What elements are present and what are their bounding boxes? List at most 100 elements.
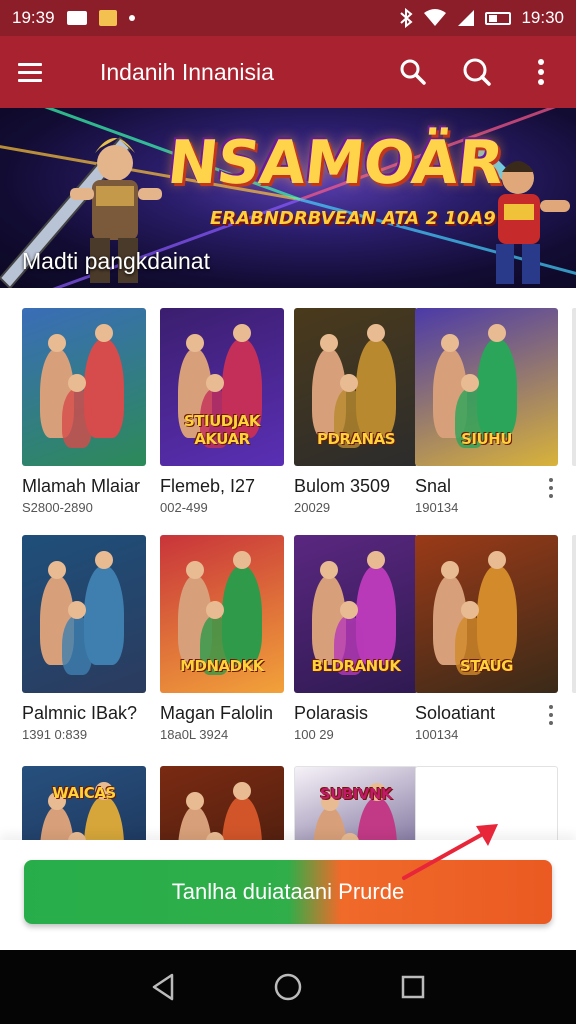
thumbnail-logo-text: STIUDJAK AKUAR — [183, 412, 261, 448]
banner-subtitle: ERABNDRBVEAN ATA 2 10A9 — [210, 208, 496, 229]
game-grid: Mlamah Mlaiar S2800-2890 STIUDJAK AKUAR Fle… — [0, 288, 576, 840]
game-thumbnail[interactable] — [22, 308, 146, 466]
game-title: Bulom 3509 — [294, 476, 391, 496]
character-head — [206, 832, 224, 840]
character-head — [68, 374, 86, 392]
character-figure — [84, 796, 124, 840]
game-card[interactable]: MDNADKK Magan Falolin 18a0L 3924 — [160, 535, 284, 742]
character-head — [367, 324, 385, 342]
character-head — [95, 324, 113, 342]
game-thumbnail[interactable]: STAUG — [415, 535, 558, 693]
game-meta: 20029 — [294, 500, 331, 515]
wifi-icon — [424, 9, 447, 26]
game-card[interactable]: PDRANAS Bulom 3509 20029 — [294, 308, 418, 515]
game-thumbnail[interactable]: MDNADKK — [160, 535, 284, 693]
game-title: Magan Falolin — [160, 703, 274, 723]
character-head — [320, 561, 338, 579]
game-card[interactable]: STIUDJAK AKUAR Flemeb, I27 002-499 — [160, 308, 284, 515]
thumbnail-logo-text: STAUG — [459, 657, 514, 675]
game-meta: 100134 — [415, 727, 459, 742]
game-thumbnail[interactable]: BLDRANUK — [294, 535, 418, 693]
app-notification-icon — [98, 10, 117, 26]
hamburger-icon[interactable] — [18, 53, 56, 91]
game-title: Soloatiant — [415, 703, 496, 723]
character-head — [320, 334, 338, 352]
signal-icon — [458, 10, 475, 26]
back-triangle-icon[interactable] — [143, 967, 183, 1007]
thumbnail-logo-text: MDNADKK — [180, 657, 264, 675]
game-card[interactable]: SIUHU Snal 190134 — [415, 308, 558, 515]
battery-icon — [485, 11, 512, 25]
app-title: Indanih Innanisia — [100, 58, 274, 85]
character-head — [233, 551, 251, 569]
game-card[interactable]: BLDRANUK Polarasis 100 29 — [294, 535, 418, 742]
app-bar: Indanih Innanisia — [0, 36, 576, 108]
game-meta: 18a0L 3924 — [160, 727, 229, 742]
home-circle-icon[interactable] — [268, 967, 308, 1007]
game-title: Mlamah Mlaiar — [22, 476, 141, 496]
more-vert-icon[interactable] — [544, 478, 558, 498]
recents-square-icon[interactable] — [393, 967, 433, 1007]
character-figure — [62, 615, 92, 675]
status-time: 19:39 — [12, 8, 55, 27]
game-thumbnail[interactable]: WAICAS — [22, 766, 146, 840]
character-head — [340, 601, 358, 619]
game-meta: S2800-2890 — [22, 500, 93, 515]
character-head — [48, 334, 66, 352]
thumbnail-logo-text: PDRANAS — [316, 430, 396, 448]
status-time-right: 19:30 — [521, 8, 564, 27]
game-meta: 1391 0:839 — [22, 727, 88, 742]
search-icon[interactable] — [396, 55, 430, 89]
character-head — [95, 551, 113, 569]
more-vert-icon[interactable] — [524, 55, 558, 89]
gallery-notification-icon — [66, 11, 87, 25]
next-card-peek — [572, 535, 576, 693]
thumbnail-logo-text: WAICAS — [52, 784, 116, 802]
game-thumbnail[interactable]: PDRANAS — [294, 308, 418, 466]
game-thumbnail[interactable] — [22, 535, 146, 693]
game-meta: 100 29 — [294, 727, 334, 742]
character-head — [206, 374, 224, 392]
game-card[interactable]: Palmnic IBak? 1391 0:839 — [22, 535, 146, 742]
game-thumbnail[interactable] — [160, 766, 284, 840]
character-head — [233, 324, 251, 342]
game-card[interactable] — [160, 766, 284, 840]
character-head — [186, 334, 204, 352]
game-card[interactable]: STAUG Soloatiant 100134 — [415, 535, 558, 742]
game-thumbnail[interactable]: STIUDJAK AKUAR — [160, 308, 284, 466]
character-head — [206, 601, 224, 619]
thumbnail-logo-text: SUBIVNK — [319, 785, 393, 803]
character-figure — [222, 796, 262, 840]
status-bar: 19:39 19:30 — [0, 0, 576, 36]
game-meta: 190134 — [415, 500, 459, 515]
character-figure — [313, 807, 347, 840]
character-figure — [357, 797, 397, 840]
character-head — [461, 601, 479, 619]
hero-banner[interactable]: NSAMOÄR ERABNDRBVEAN ATA 2 10A9 Madti pa… — [0, 108, 576, 288]
system-nav-bar — [0, 950, 576, 1024]
more-vert-icon[interactable] — [544, 705, 558, 725]
banner-caption: Madti pangkdainat — [22, 248, 210, 274]
character-head — [233, 782, 251, 800]
character-head — [367, 551, 385, 569]
game-meta: 002-499 — [160, 500, 208, 515]
character-head — [340, 374, 358, 392]
character-head — [68, 601, 86, 619]
character-head — [186, 561, 204, 579]
game-thumbnail[interactable]: SIUHU — [415, 308, 558, 466]
game-title: Snal — [415, 476, 452, 496]
thumbnail-logo-text: SIUHU — [461, 430, 512, 448]
character-head — [341, 833, 359, 840]
banner-title: NSAMOÄR — [164, 128, 507, 198]
search-alt-icon[interactable] — [460, 55, 494, 89]
character-head — [488, 551, 506, 569]
game-card[interactable]: WAICAS — [22, 766, 146, 840]
character-head — [48, 561, 66, 579]
game-title: Palmnic IBak? — [22, 703, 138, 723]
next-card-peek — [572, 308, 576, 466]
game-card[interactable]: Mlamah Mlaiar S2800-2890 — [22, 308, 146, 515]
character-head — [186, 792, 204, 810]
character-head — [461, 374, 479, 392]
thumbnail-logo-text: BLDRANUK — [311, 657, 401, 675]
character-head — [441, 334, 459, 352]
